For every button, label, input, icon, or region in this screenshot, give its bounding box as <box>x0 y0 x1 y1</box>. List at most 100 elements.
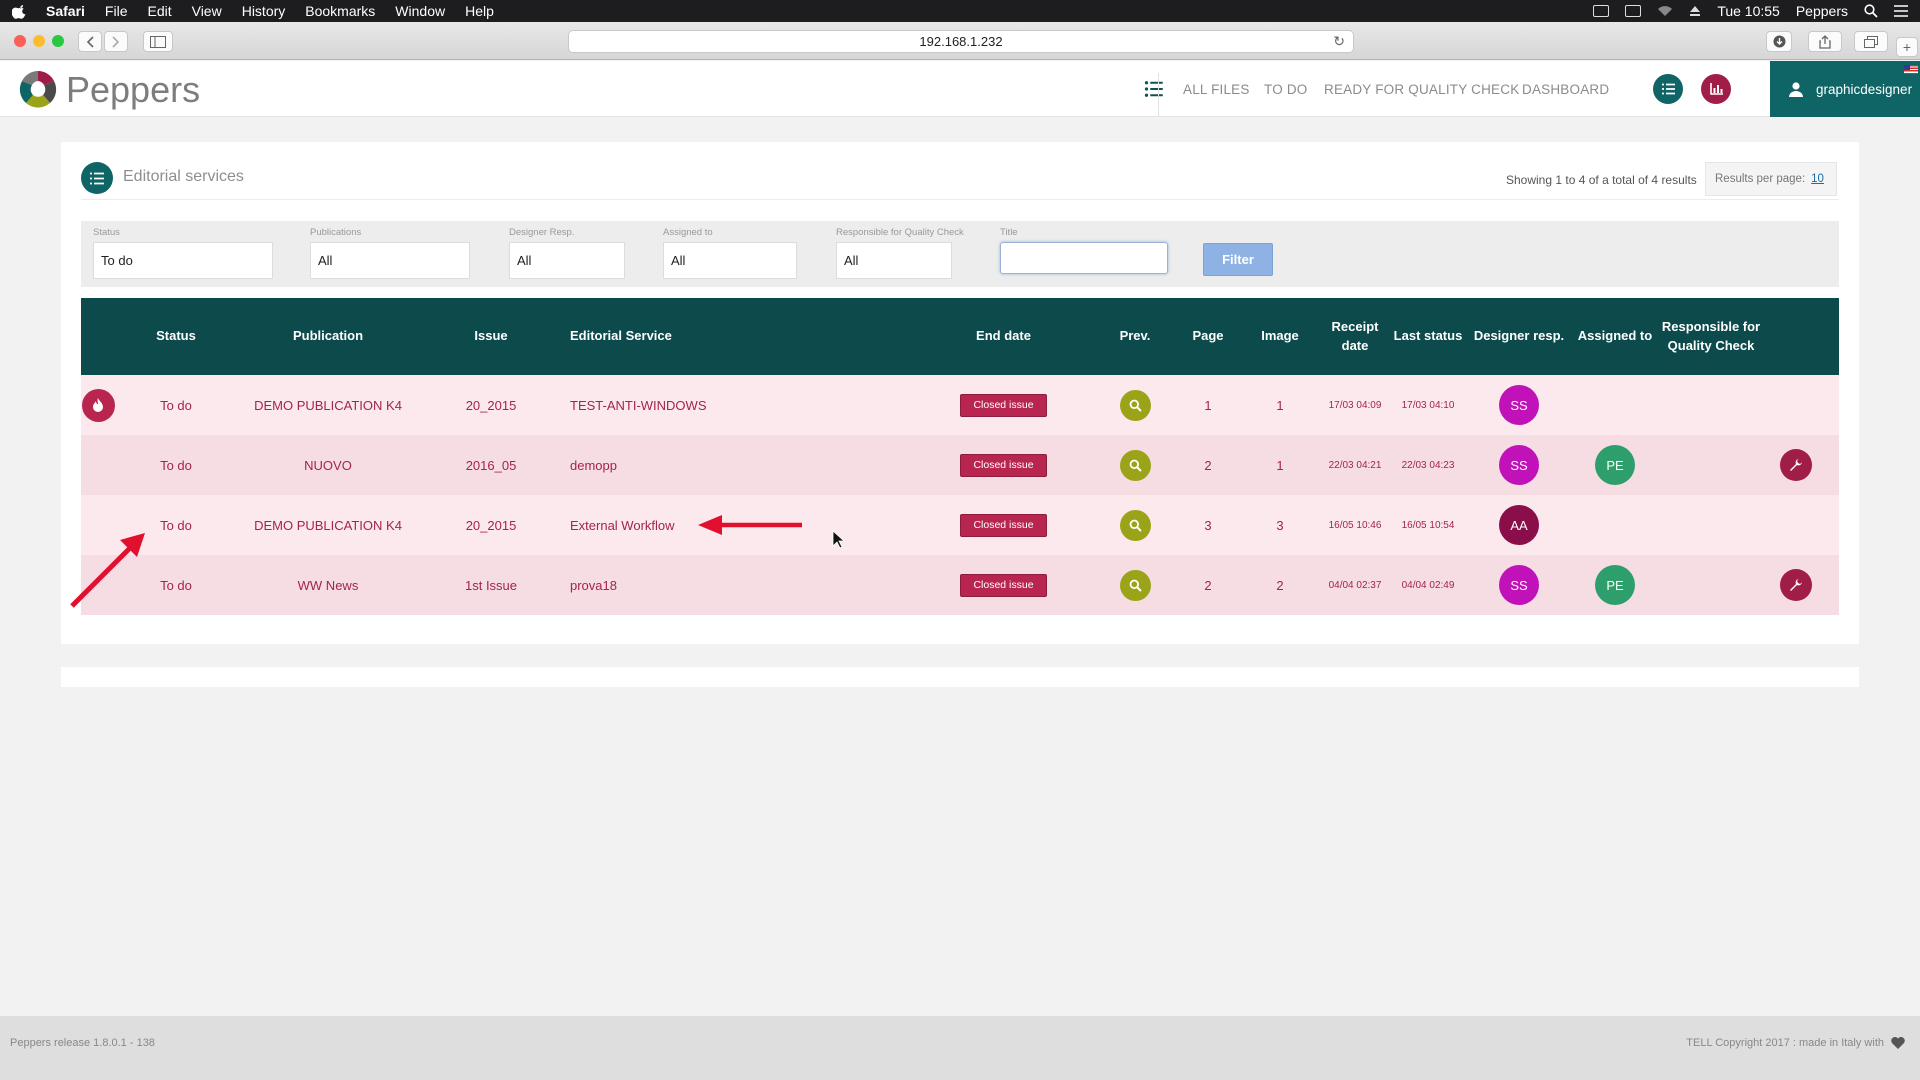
reload-icon[interactable]: ↻ <box>1333 33 1345 50</box>
status-select[interactable]: To do <box>93 242 273 279</box>
editorial-service-cell[interactable]: TEST-ANTI-WINDOWS <box>570 375 820 435</box>
downloads-button[interactable] <box>1766 31 1792 52</box>
col-assigned-to[interactable]: Assigned to <box>1573 298 1657 375</box>
flame-icon[interactable] <box>81 388 115 422</box>
table-row[interactable]: To do DEMO PUBLICATION K4 20_2015 Extern… <box>81 495 1839 555</box>
menu-help[interactable]: Help <box>465 3 494 19</box>
avatar[interactable]: SS <box>1499 445 1539 485</box>
avatar[interactable]: SS <box>1499 565 1539 605</box>
page-cell: 2 <box>1204 457 1212 473</box>
preview-cell <box>1110 555 1160 615</box>
tabs-overview-button[interactable] <box>1854 31 1888 52</box>
end-date-cell: Closed issue <box>951 375 1056 435</box>
forward-button[interactable] <box>104 31 128 52</box>
designer-filter-label: Designer Resp. <box>509 227 575 238</box>
avatar[interactable]: PE <box>1595 565 1635 605</box>
assigned-filter: Assigned to All <box>663 227 797 279</box>
image-cell: 1 <box>1276 397 1284 413</box>
avatar[interactable]: AA <box>1499 505 1539 545</box>
chevron-right-icon <box>112 35 120 48</box>
wrench-icon <box>1790 579 1802 591</box>
menubar-active-app[interactable]: Peppers <box>1796 3 1848 19</box>
tabs-icon <box>1864 35 1878 48</box>
display-icon[interactable] <box>1625 5 1642 17</box>
close-window-button[interactable] <box>14 35 26 47</box>
back-button[interactable] <box>78 31 102 52</box>
avatar[interactable]: PE <box>1595 445 1635 485</box>
editorial-service-cell[interactable]: demopp <box>570 435 820 495</box>
table-row[interactable]: To do WW News 1st Issue prova18 Closed i… <box>81 555 1839 615</box>
menu-history[interactable]: History <box>242 3 286 19</box>
edit-button[interactable] <box>1780 449 1812 481</box>
menu-window[interactable]: Window <box>395 3 445 19</box>
title-input[interactable] <box>1000 242 1168 274</box>
assigned-filter-label: Assigned to <box>663 227 713 238</box>
menu-edit[interactable]: Edit <box>147 3 171 19</box>
preview-button[interactable] <box>1119 569 1151 601</box>
preview-button[interactable] <box>1119 449 1151 481</box>
col-publication[interactable]: Publication <box>241 298 415 375</box>
notification-center-icon[interactable] <box>1894 5 1908 17</box>
nav-to-do[interactable]: TO DO <box>1264 82 1308 97</box>
menu-file[interactable]: File <box>105 3 128 19</box>
col-last-status[interactable]: Last status <box>1386 298 1470 375</box>
col-issue[interactable]: Issue <box>441 298 541 375</box>
col-end-date[interactable]: End date <box>951 298 1056 375</box>
table-row[interactable]: To do DEMO PUBLICATION K4 20_2015 TEST-A… <box>81 375 1839 435</box>
statistics-button[interactable] <box>1701 74 1731 104</box>
filter-button[interactable]: Filter <box>1203 243 1273 276</box>
nav-all-files[interactable]: ALL FILES <box>1183 82 1250 97</box>
user-menu[interactable]: graphicdesigner <box>1770 61 1920 117</box>
closed-issue-badge: Closed issue <box>960 393 1047 417</box>
publications-select[interactable]: All <box>310 242 470 279</box>
page-footer: Peppers release 1.8.0.1 - 138 TELL Copyr… <box>0 1016 1920 1080</box>
chevron-left-icon <box>86 35 94 48</box>
app-logo-text[interactable]: Peppers <box>66 69 200 111</box>
download-icon <box>1773 35 1785 48</box>
preview-button[interactable] <box>1119 509 1151 541</box>
screen-mirror-icon[interactable] <box>1593 5 1610 17</box>
menubar-clock[interactable]: Tue 10:55 <box>1717 3 1780 19</box>
wifi-icon[interactable] <box>1657 5 1673 17</box>
new-tab-button[interactable]: + <box>1896 37 1918 57</box>
page-cell: 3 <box>1204 517 1212 533</box>
col-editorial-service[interactable]: Editorial Service <box>570 298 770 375</box>
menu-bookmarks[interactable]: Bookmarks <box>305 3 375 19</box>
address-bar[interactable]: 192.168.1.232 ↻ <box>568 30 1354 53</box>
nav-dashboard[interactable]: DASHBOARD <box>1522 82 1609 97</box>
menu-view[interactable]: View <box>192 3 222 19</box>
editorial-service-cell[interactable]: External Workflow <box>570 495 820 555</box>
assigned-select[interactable]: All <box>663 242 797 279</box>
menu-app-name[interactable]: Safari <box>46 3 85 19</box>
avatar[interactable]: SS <box>1499 385 1539 425</box>
list-icon[interactable] <box>1144 79 1164 99</box>
list-view-button[interactable] <box>1653 74 1683 104</box>
quality-select[interactable]: All <box>836 242 952 279</box>
apple-icon[interactable] <box>12 3 28 19</box>
preview-button[interactable] <box>1119 389 1151 421</box>
language-flag-icon[interactable] <box>1904 65 1918 74</box>
eject-icon[interactable] <box>1689 5 1701 17</box>
preview-cell <box>1110 495 1160 555</box>
share-button[interactable] <box>1808 31 1842 52</box>
zoom-window-button[interactable] <box>52 35 64 47</box>
table-row[interactable]: To do NUOVO 2016_05 demopp Closed issue … <box>81 435 1839 495</box>
spotlight-search-icon[interactable] <box>1864 4 1878 18</box>
col-receipt-date[interactable]: Receipt date <box>1324 298 1386 375</box>
results-per-page-link[interactable]: 10 <box>1811 173 1824 185</box>
sidebar-toggle-button[interactable] <box>143 31 173 52</box>
col-quality-check[interactable]: Responsible for Quality Check <box>1661 298 1761 375</box>
nav-ready-for-quality-check[interactable]: READY FOR QUALITY CHECK <box>1324 82 1519 97</box>
col-page[interactable]: Page <box>1183 298 1233 375</box>
editorial-service-cell[interactable]: prova18 <box>570 555 820 615</box>
edit-button[interactable] <box>1780 569 1812 601</box>
col-status[interactable]: Status <box>131 298 221 375</box>
receipt-date-cell: 16/05 10:46 <box>1328 519 1382 531</box>
col-designer-resp[interactable]: Designer resp. <box>1470 298 1568 375</box>
editorial-services-table: Status Publication Issue Editorial Servi… <box>81 298 1839 615</box>
peppers-logo-icon[interactable] <box>18 69 58 109</box>
designer-select[interactable]: All <box>509 242 625 279</box>
publication-cell: WW News <box>297 577 359 593</box>
col-image[interactable]: Image <box>1255 298 1305 375</box>
minimize-window-button[interactable] <box>33 35 45 47</box>
